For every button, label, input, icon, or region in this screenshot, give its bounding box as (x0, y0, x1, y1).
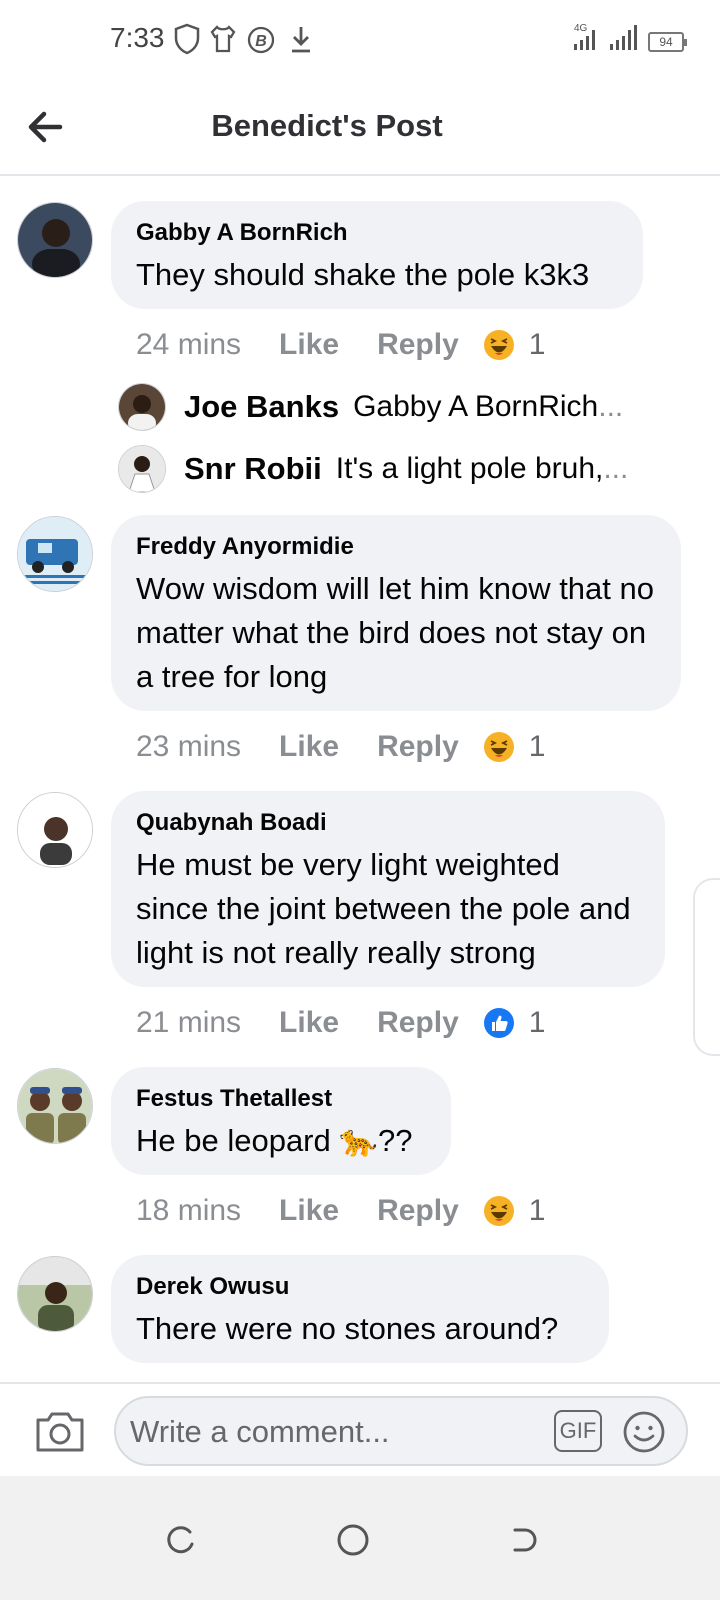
haha-reaction-icon[interactable] (483, 329, 515, 361)
avatar[interactable] (17, 1256, 93, 1332)
haha-reaction-icon[interactable] (483, 731, 515, 763)
comment-bubble[interactable]: Freddy Anyormidie Wow wisdom will let hi… (111, 515, 681, 711)
comment-input-placeholder: Write a comment... (130, 1414, 390, 1449)
comment-author[interactable]: Quabynah Boadi (136, 809, 639, 837)
svg-text:B: B (255, 33, 267, 50)
comment-author[interactable]: Festus Thetallest (136, 1085, 425, 1113)
comment-actions: 24 mins Like Reply 1 (136, 325, 545, 365)
comment-actions: 21 mins Like Reply 1 (136, 1003, 545, 1043)
comment-text: They should shake the pole k3k3 (136, 257, 590, 292)
back-nav-icon[interactable] (505, 1520, 545, 1560)
reply-avatar (118, 383, 166, 431)
reply-ellipsis: ... (603, 452, 629, 485)
reaction-count[interactable]: 1 (529, 1194, 546, 1228)
comment-bubble[interactable]: Festus Thetallest He be leopard 🐆?? (111, 1067, 451, 1175)
shield-icon (174, 23, 200, 55)
comment-time: 24 mins (136, 328, 242, 361)
comment-author[interactable]: Gabby A BornRich (136, 219, 617, 247)
like-button[interactable]: Like (279, 1194, 339, 1228)
avatar[interactable] (17, 516, 93, 592)
comment-text: Wow wisdom will let him know that no mat… (136, 571, 654, 694)
camera-icon[interactable] (34, 1408, 86, 1454)
reply-button[interactable]: Reply (377, 730, 459, 764)
signal-4g-icon: 4G (574, 23, 595, 50)
comment-bubble[interactable]: Gabby A BornRich They should shake the p… (111, 201, 643, 309)
comment-input[interactable]: Write a comment... GIF (114, 1396, 688, 1466)
emoji-icon[interactable] (622, 1410, 666, 1454)
comment-time: 21 mins (136, 1006, 242, 1039)
reply-preview[interactable]: Joe Banks Gabby A BornRich... (118, 381, 678, 433)
page-title: Benedict's Post (211, 108, 443, 143)
svg-text:4G: 4G (574, 23, 588, 34)
comment-actions: 18 mins Like Reply 1 (136, 1191, 545, 1231)
status-indicators: 4G 94 (572, 22, 687, 52)
reply-button[interactable]: Reply (377, 1006, 459, 1040)
comment-text: He be leopard 🐆?? (136, 1123, 413, 1158)
avatar[interactable] (17, 202, 93, 278)
reaction-count[interactable]: 1 (529, 730, 546, 764)
comment-bubble[interactable]: Derek Owusu There were no stones around? (111, 1255, 609, 1363)
battery-icon: 94 (648, 32, 687, 52)
signal-icon (610, 25, 637, 50)
b-circle-icon: B (247, 26, 275, 54)
status-time: 7:33 (110, 22, 165, 53)
reaction-count[interactable]: 1 (529, 1006, 546, 1040)
comment-text: He must be very light weighted since the… (136, 847, 631, 970)
comment-actions: 23 mins Like Reply 1 (136, 727, 545, 767)
reply-text: Gabby A BornRich (353, 390, 599, 423)
reply-avatar (118, 445, 166, 493)
reply-ellipsis: ... (598, 390, 624, 423)
reply-button[interactable]: Reply (377, 1194, 459, 1228)
comment-time: 23 mins (136, 730, 242, 763)
gif-button[interactable]: GIF (554, 1410, 602, 1452)
reaction-count[interactable]: 1 (529, 328, 546, 362)
recent-apps-icon[interactable] (160, 1520, 200, 1560)
page-header: Benedict's Post (0, 82, 720, 176)
comment-composer: Write a comment... GIF (0, 1382, 720, 1478)
like-button[interactable]: Like (279, 730, 339, 764)
download-icon (292, 27, 310, 53)
comment-text: There were no stones around? (136, 1311, 559, 1346)
comment-time: 18 mins (136, 1194, 242, 1227)
reply-preview[interactable]: Snr Robii It's a light pole bruh,... (118, 443, 678, 495)
like-button[interactable]: Like (279, 1006, 339, 1040)
comment-author[interactable]: Derek Owusu (136, 1273, 583, 1301)
system-nav-bar (0, 1476, 720, 1600)
like-reaction-icon[interactable] (483, 1007, 515, 1039)
scroll-edge-handle[interactable] (693, 878, 720, 1056)
like-button[interactable]: Like (279, 328, 339, 362)
avatar[interactable] (17, 1068, 93, 1144)
avatar[interactable] (17, 792, 93, 868)
leopard-emoji: 🐆 (339, 1123, 378, 1158)
comment-bubble[interactable]: Quabynah Boadi He must be very light wei… (111, 791, 665, 987)
comment-author[interactable]: Freddy Anyormidie (136, 533, 655, 561)
home-icon[interactable] (333, 1520, 373, 1560)
haha-reaction-icon[interactable] (483, 1195, 515, 1227)
status-bar: 7:33 B 4G 94 (0, 0, 720, 80)
reply-author[interactable]: Snr Robii (184, 451, 322, 487)
reply-button[interactable]: Reply (377, 328, 459, 362)
shirt-icon (210, 25, 236, 53)
reply-author[interactable]: Joe Banks (184, 389, 339, 425)
reply-text: It's a light pole bruh, (335, 452, 604, 485)
